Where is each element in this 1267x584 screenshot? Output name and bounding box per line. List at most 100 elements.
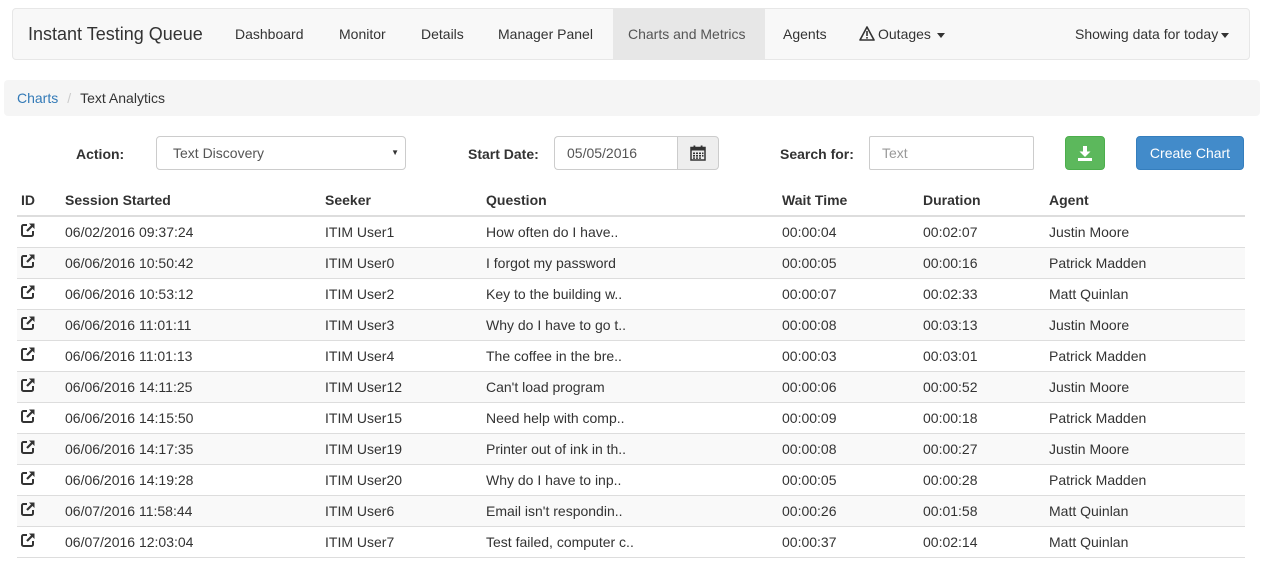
wait-time-cell: 00:00:03: [782, 340, 923, 372]
chevron-down-icon: [936, 32, 945, 38]
table-row: 06/06/2016 10:53:12 ITIM User2 Key to the …: [17, 278, 1245, 310]
nav-monitor-label: Monitor: [339, 26, 386, 42]
table-row: 06/06/2016 14:17:35 ITIM User19 Printer ou…: [17, 433, 1245, 465]
nav-details[interactable]: Details: [406, 9, 479, 59]
external-link-icon[interactable]: [21, 440, 35, 457]
sessions-table: ID Session Started Seeker Question Wait …: [17, 185, 1245, 558]
seeker-cell: ITIM User15: [325, 402, 486, 434]
nav-agents[interactable]: Agents: [768, 9, 842, 59]
duration-cell: 00:02:07: [923, 216, 1049, 248]
nav-outages-label: Outages: [878, 26, 931, 42]
nav-monitor[interactable]: Monitor: [324, 9, 401, 59]
seeker-cell: ITIM User4: [325, 340, 486, 372]
table-row: 06/07/2016 11:58:44 ITIM User6 Email isn't…: [17, 495, 1245, 527]
column-header-seeker: Seeker: [325, 185, 486, 217]
question-cell: I forgot my password: [486, 247, 782, 279]
external-link-icon[interactable]: [21, 285, 35, 302]
session-started-cell: 06/02/2016 09:37:24: [65, 216, 325, 248]
external-link-icon[interactable]: [21, 316, 35, 333]
external-link-icon[interactable]: [21, 223, 35, 240]
wait-time-cell: 00:00:08: [782, 433, 923, 465]
date-range-dropdown[interactable]: Showing data for today: [1060, 9, 1244, 59]
select-arrow-icon: ▼: [391, 148, 399, 157]
seeker-cell: ITIM User20: [325, 464, 486, 496]
nav-details-label: Details: [421, 26, 464, 42]
id-cell: [17, 495, 65, 527]
create-chart-button[interactable]: Create Chart: [1136, 136, 1244, 170]
table-row: 06/02/2016 09:37:24 ITIM User1 How often d…: [17, 216, 1245, 248]
seeker-cell: ITIM User7: [325, 526, 486, 558]
question-cell: Need help with comp..: [486, 402, 782, 434]
agent-cell: Patrick Madden: [1049, 247, 1245, 279]
question-cell: Email isn't respondin..: [486, 495, 782, 527]
brand-title[interactable]: Instant Testing Queue: [28, 9, 203, 59]
question-cell: Can't load program: [486, 371, 782, 403]
download-button[interactable]: [1065, 136, 1105, 170]
agent-cell: Matt Quinlan: [1049, 526, 1245, 558]
question-cell: Test failed, computer c..: [486, 526, 782, 558]
session-started-cell: 06/06/2016 14:19:28: [65, 464, 325, 496]
id-cell: [17, 278, 65, 310]
start-date-label: Start Date:: [468, 146, 539, 162]
date-range-label: Showing data for today: [1075, 26, 1219, 42]
seeker-cell: ITIM User12: [325, 371, 486, 403]
breadcrumb-separator: /: [67, 90, 72, 106]
nav-manager-panel[interactable]: Manager Panel: [483, 9, 608, 59]
external-link-icon[interactable]: [21, 378, 35, 395]
chevron-down-icon: [1221, 32, 1230, 38]
table-row: 06/07/2016 12:03:04 ITIM User7 Test failed…: [17, 526, 1245, 558]
wait-time-cell: 00:00:05: [782, 464, 923, 496]
session-started-cell: 06/07/2016 11:58:44: [65, 495, 325, 527]
id-cell: [17, 340, 65, 372]
external-link-icon[interactable]: [21, 533, 35, 550]
table-row: 06/06/2016 14:15:50 ITIM User15 Need help …: [17, 402, 1245, 434]
id-cell: [17, 247, 65, 279]
nav-agents-label: Agents: [783, 26, 827, 42]
column-header-duration: Duration: [923, 185, 1049, 217]
agent-cell: Justin Moore: [1049, 371, 1245, 403]
start-date-input[interactable]: 05/05/2016: [554, 136, 678, 170]
session-started-cell: 06/06/2016 11:01:11: [65, 309, 325, 341]
breadcrumb-charts[interactable]: Charts: [17, 90, 58, 106]
agent-cell: Matt Quinlan: [1049, 495, 1245, 527]
session-started-cell: 06/06/2016 11:01:13: [65, 340, 325, 372]
agent-cell: Matt Quinlan: [1049, 278, 1245, 310]
nav-dashboard[interactable]: Dashboard: [220, 9, 319, 59]
session-started-cell: 06/06/2016 10:50:42: [65, 247, 325, 279]
nav-outages-dropdown[interactable]: Outages: [844, 9, 960, 59]
nav-charts-and-metrics[interactable]: Charts and Metrics: [613, 9, 765, 59]
external-link-icon[interactable]: [21, 254, 35, 271]
action-select[interactable]: Text Discovery ▼: [156, 136, 406, 170]
table-row: 06/06/2016 14:11:25 ITIM User12 Can't load…: [17, 371, 1245, 403]
wait-time-cell: 00:00:05: [782, 247, 923, 279]
external-link-icon[interactable]: [21, 471, 35, 488]
download-icon: [1078, 145, 1092, 161]
duration-cell: 00:01:58: [923, 495, 1049, 527]
duration-cell: 00:00:28: [923, 464, 1049, 496]
id-cell: [17, 371, 65, 403]
duration-cell: 00:00:18: [923, 402, 1049, 434]
wait-time-cell: 00:00:08: [782, 309, 923, 341]
external-link-icon[interactable]: [21, 347, 35, 364]
search-input[interactable]: Text: [869, 136, 1034, 170]
column-header-agent: Agent: [1049, 185, 1245, 217]
wait-time-cell: 00:00:26: [782, 495, 923, 527]
warning-icon: [859, 26, 875, 41]
breadcrumb-current: Text Analytics: [80, 90, 165, 106]
column-header-id: ID: [17, 185, 65, 217]
action-label: Action:: [76, 146, 125, 162]
search-label: Search for:: [780, 146, 854, 162]
external-link-icon[interactable]: [21, 502, 35, 519]
wait-time-cell: 00:00:09: [782, 402, 923, 434]
duration-cell: 00:03:01: [923, 340, 1049, 372]
calendar-button[interactable]: [677, 136, 719, 170]
nav-dashboard-label: Dashboard: [235, 26, 304, 42]
external-link-icon[interactable]: [21, 409, 35, 426]
question-cell: Why do I have to go t..: [486, 309, 782, 341]
agent-cell: Patrick Madden: [1049, 340, 1245, 372]
question-cell: Why do I have to inp..: [486, 464, 782, 496]
agent-cell: Justin Moore: [1049, 216, 1245, 248]
table-row: 06/06/2016 11:01:11 ITIM User3 Why do I ha…: [17, 309, 1245, 341]
seeker-cell: ITIM User3: [325, 309, 486, 341]
nav-manager-panel-label: Manager Panel: [498, 26, 593, 42]
